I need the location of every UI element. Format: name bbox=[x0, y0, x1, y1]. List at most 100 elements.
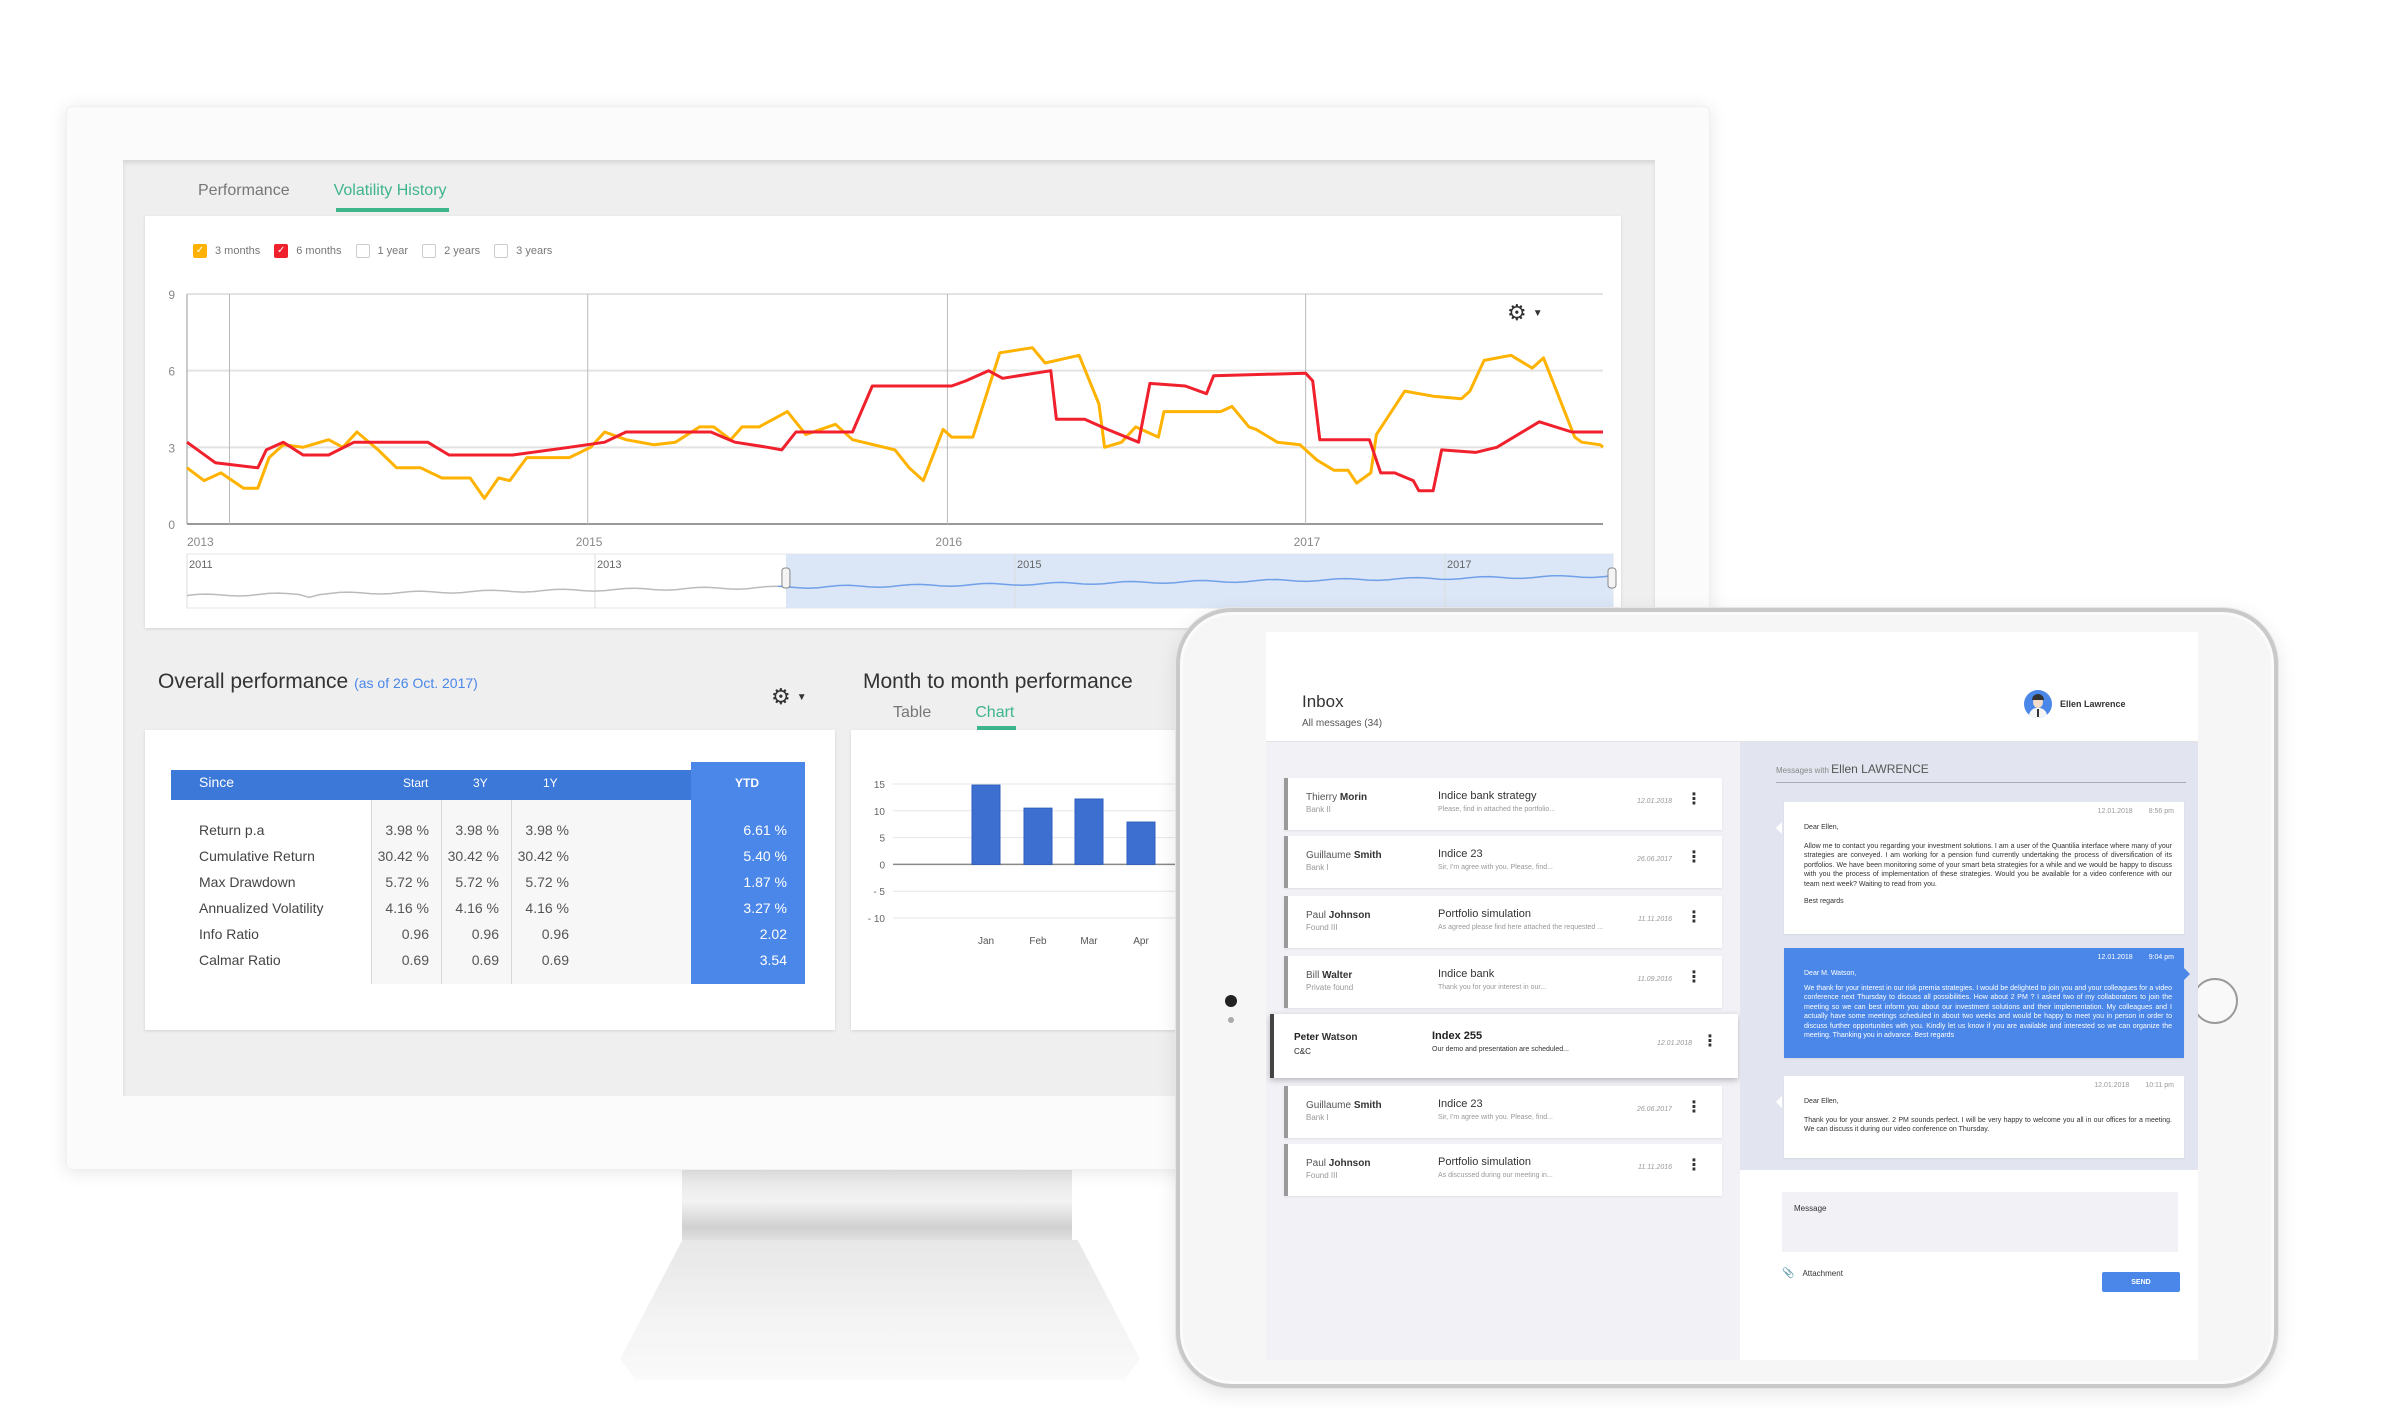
navigator-label: 2015 bbox=[1017, 559, 1041, 571]
header-1y: 1Y bbox=[543, 776, 558, 790]
volatility-chart-card: ✓ 3 months ✓ 6 months 1 year 2 years 3 years ⚙… bbox=[145, 216, 1621, 628]
more-vertical-icon[interactable]: ⋮ bbox=[1686, 1158, 1702, 1174]
monitor-stand-neck bbox=[682, 1170, 1072, 1250]
message-time: 8:56 pm bbox=[2148, 808, 2174, 815]
sender-last-name: Johnson bbox=[1328, 1158, 1371, 1169]
chart-tabs: Performance Volatility History bbox=[198, 182, 449, 212]
navigator-label: 2011 bbox=[189, 559, 213, 571]
x-tick-label: 2013 bbox=[187, 535, 214, 549]
inbox-header: Inbox All messages (34) Ellen Lawrence bbox=[1266, 632, 2198, 742]
y-tick-label: 9 bbox=[168, 288, 175, 302]
caret-down-icon: ▼ bbox=[796, 691, 807, 703]
home-button[interactable] bbox=[2192, 978, 2238, 1024]
attachment-label: Attachment bbox=[1802, 1269, 1843, 1278]
message-body: Thank you for your answer. 2 PM sounds p… bbox=[1804, 1117, 2172, 1134]
message-time: 10:11 pm bbox=[2145, 1082, 2174, 1089]
y-tick-label: 6 bbox=[168, 365, 175, 379]
more-vertical-icon[interactable]: ⋮ bbox=[1686, 1100, 1702, 1116]
sender-name: Paul Johnson bbox=[1306, 910, 1370, 921]
message-signoff: Best regards bbox=[1804, 898, 1844, 905]
more-vertical-icon[interactable]: ⋮ bbox=[1686, 970, 1702, 986]
monitor-stand-base bbox=[620, 1240, 1140, 1380]
message-timestamp: 12.01.2018 9:04 pm bbox=[2098, 954, 2174, 961]
sender-name: Guillaume Smith bbox=[1306, 850, 1382, 861]
sender-last-name: Walter bbox=[1322, 970, 1353, 981]
row-label: Return p.a bbox=[199, 822, 265, 838]
volatility-line-chart: 0 3 6 9 2013 2015 2016 2017 2011 2013 2015 2017 bbox=[168, 288, 1617, 609]
message-date: 26.06.2017 bbox=[1636, 856, 1672, 863]
sender-name: Paul Johnson bbox=[1306, 1158, 1370, 1169]
message-list-item[interactable]: Guillaume Smith Bank I Indice 23 Sir, I'm a… bbox=[1284, 836, 1722, 888]
sender-org: C&C bbox=[1294, 1047, 1311, 1056]
user-profile[interactable]: Ellen Lawrence bbox=[2024, 690, 2126, 718]
table-cell: 3.27 % bbox=[743, 900, 787, 916]
message-greeting: Dear M. Watson, bbox=[1804, 970, 1857, 977]
table-cell: 5.72 % bbox=[455, 874, 499, 890]
sender-last-name: Johnson bbox=[1328, 910, 1371, 921]
header-since: Since bbox=[199, 774, 235, 790]
x-tick-label: Feb bbox=[1029, 936, 1047, 947]
performance-settings-button[interactable]: ⚙ ▼ bbox=[771, 686, 807, 708]
overall-performance-heading: Overall performance bbox=[158, 670, 349, 693]
message-list-item[interactable]: Bill Walter Private found Indice bank Thank… bbox=[1284, 956, 1722, 1008]
x-tick-label: 2015 bbox=[576, 535, 603, 549]
message-preview: Please, find in attached the portfolio..… bbox=[1438, 806, 1556, 813]
message-subject: Portfolio simulation bbox=[1438, 908, 1531, 920]
tab-chart[interactable]: Chart bbox=[975, 704, 1017, 730]
message-date: 12.01.2018 bbox=[1636, 798, 1672, 805]
y-tick-label: - 5 bbox=[873, 887, 885, 898]
x-tick-label: 2016 bbox=[935, 535, 962, 549]
table-cell: 4.16 % bbox=[525, 900, 569, 916]
table-cell: 30.42 % bbox=[447, 848, 499, 864]
navigator-handle[interactable] bbox=[1607, 567, 1617, 589]
message-input[interactable]: Message bbox=[1782, 1192, 2178, 1252]
table-cell: 6.61 % bbox=[743, 822, 787, 838]
mtm-heading: Month to month performance bbox=[863, 670, 1133, 693]
sender-org: Bank II bbox=[1306, 805, 1331, 814]
tab-table[interactable]: Table bbox=[893, 704, 931, 730]
table-cell: 30.42 % bbox=[377, 848, 429, 864]
row-label: Calmar Ratio bbox=[199, 952, 281, 968]
message-list-item[interactable]: Paul Johnson Found III Portfolio simulatio… bbox=[1284, 1144, 1722, 1196]
attachment-button[interactable]: 📎 Attachment bbox=[1782, 1268, 1843, 1279]
message-date: 12.01.2018 bbox=[2094, 1082, 2130, 1089]
sender-last-name: Smith bbox=[1353, 1100, 1382, 1111]
x-tick-label: Jan bbox=[978, 936, 994, 947]
sender-first-name: Thierry bbox=[1306, 792, 1338, 803]
header-ytd: YTD bbox=[735, 776, 759, 790]
message-date: 12.01.2018 bbox=[2097, 954, 2133, 961]
message-list-item[interactable]: Thierry Morin Bank II Indice bank strategy… bbox=[1284, 778, 1722, 830]
send-button[interactable]: SEND bbox=[2102, 1272, 2180, 1292]
more-vertical-icon[interactable]: ⋮ bbox=[1686, 850, 1702, 866]
y-tick-label: 0 bbox=[879, 860, 885, 871]
message-subject: Indice bank strategy bbox=[1438, 790, 1537, 802]
contact-name: Ellen LAWRENCE bbox=[1831, 762, 1929, 776]
message-list-item[interactable]: Peter Watson C&C Index 255 Our demo and pre… bbox=[1270, 1014, 1738, 1078]
table-cell: 3.54 bbox=[759, 952, 787, 968]
message-timestamp: 12.01.2018 8:56 pm bbox=[2098, 808, 2174, 815]
message-list-item[interactable]: Paul Johnson Found III Portfolio simulatio… bbox=[1284, 896, 1722, 948]
sender-org: Found III bbox=[1306, 923, 1338, 932]
more-vertical-icon[interactable]: ⋮ bbox=[1686, 910, 1702, 926]
sender-name: Bill Walter bbox=[1306, 970, 1352, 981]
message-list-item[interactable]: Guillaume Smith Bank I Indice 23 Sir, I'm a… bbox=[1284, 1086, 1722, 1138]
tab-volatility-history[interactable]: Volatility History bbox=[334, 182, 449, 212]
table-cell: 5.40 % bbox=[743, 848, 787, 864]
sender-first-name: Guillaume bbox=[1306, 850, 1352, 861]
y-tick-label: 10 bbox=[874, 807, 886, 818]
more-vertical-icon[interactable]: ⋮ bbox=[1702, 1034, 1718, 1050]
tab-performance[interactable]: Performance bbox=[198, 182, 290, 212]
bar-jan bbox=[971, 784, 1001, 865]
navigator-handle[interactable] bbox=[781, 567, 791, 589]
message-preview: Sir, I'm agree with you. Please, find... bbox=[1438, 864, 1553, 871]
all-messages-count[interactable]: All messages (34) bbox=[1302, 718, 1382, 729]
sent-message-bubble: 12.01.2018 9:04 pm Dear M. Watson, We thank… bbox=[1784, 948, 2190, 1058]
table-cell: 5.72 % bbox=[385, 874, 429, 890]
more-vertical-icon[interactable]: ⋮ bbox=[1686, 792, 1702, 808]
mtm-tabs: Table Chart bbox=[893, 704, 1017, 730]
bar-apr bbox=[1126, 821, 1156, 865]
sender-last-name: Watson bbox=[1321, 1032, 1358, 1043]
column-ytd-highlight bbox=[691, 762, 805, 984]
sender-name: Thierry Morin bbox=[1306, 792, 1367, 803]
gear-icon: ⚙ bbox=[771, 684, 791, 709]
